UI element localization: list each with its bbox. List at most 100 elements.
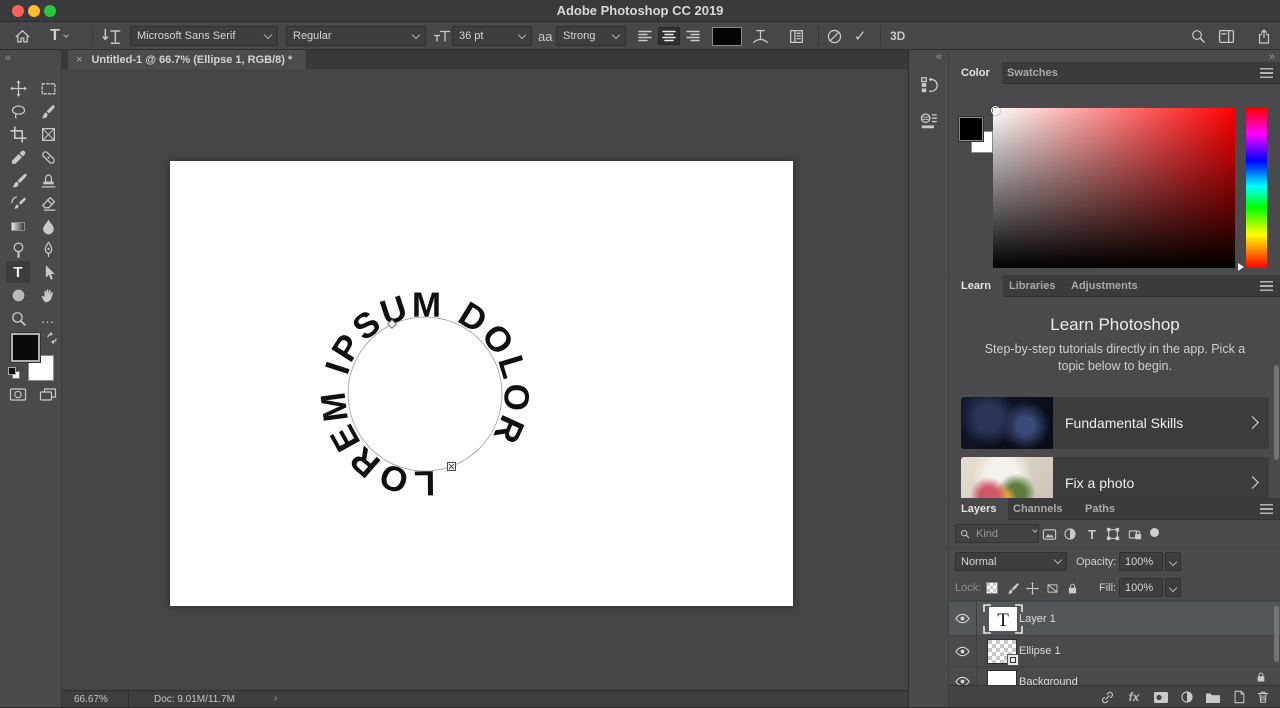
gradient-tool[interactable] bbox=[6, 215, 30, 237]
collapse-tools-icon[interactable]: « bbox=[5, 52, 11, 64]
warp-text-button[interactable] bbox=[752, 22, 769, 50]
layer-thumbnail-shape[interactable] bbox=[987, 639, 1019, 666]
circular-text[interactable]: LOREM IPSUM DOLOR bbox=[313, 286, 536, 503]
share-icon[interactable] bbox=[1256, 22, 1272, 50]
fill-dropdown[interactable] bbox=[1165, 578, 1181, 597]
align-right-button[interactable] bbox=[682, 27, 704, 45]
visibility-toggle[interactable] bbox=[949, 602, 977, 635]
opacity-dropdown[interactable] bbox=[1165, 552, 1181, 571]
marquee-tool[interactable] bbox=[36, 77, 60, 99]
crop-tool[interactable] bbox=[6, 123, 30, 145]
collapse-dock-icon[interactable]: « bbox=[936, 51, 942, 63]
document-canvas[interactable]: LOREM IPSUM DOLOR bbox=[170, 161, 793, 606]
libraries-panel-icon[interactable] bbox=[916, 108, 942, 134]
toggle-panels-button[interactable] bbox=[788, 22, 805, 50]
filter-pixel-layers-icon[interactable] bbox=[1040, 525, 1058, 543]
filter-type-layers-icon[interactable]: T bbox=[1083, 525, 1101, 543]
eyedropper-tool[interactable] bbox=[6, 146, 30, 168]
tab-adjustments[interactable]: Adjustments bbox=[1059, 275, 1150, 297]
hue-slider[interactable] bbox=[1238, 108, 1267, 271]
brush-tool[interactable] bbox=[6, 169, 30, 191]
hue-slider-marker[interactable] bbox=[1238, 263, 1244, 271]
status-chevron-icon[interactable]: › bbox=[274, 693, 277, 704]
close-tab-icon[interactable]: × bbox=[76, 54, 82, 66]
anti-alias-select[interactable]: Strong bbox=[556, 26, 626, 46]
more-tools-icon[interactable]: … bbox=[36, 307, 60, 329]
type-tool-preset[interactable]: T bbox=[50, 22, 69, 50]
path-selection-tool[interactable] bbox=[36, 261, 60, 283]
text-orientation-button[interactable] bbox=[102, 22, 122, 50]
layer-thumbnail-type[interactable]: T bbox=[983, 604, 1023, 634]
add-layer-mask-icon[interactable] bbox=[1152, 689, 1170, 705]
fill-field[interactable]: 100% bbox=[1119, 578, 1163, 597]
tab-channels[interactable]: Channels bbox=[1001, 498, 1075, 520]
panel-menu-icon[interactable] bbox=[1260, 281, 1273, 291]
tab-layers[interactable]: Layers bbox=[949, 498, 1009, 520]
filter-adjustment-layers-icon[interactable] bbox=[1061, 525, 1079, 543]
dodge-tool[interactable] bbox=[6, 238, 30, 260]
history-panel-icon[interactable] bbox=[916, 72, 942, 98]
learn-card-fix-a-photo[interactable]: Fix a photo bbox=[961, 457, 1269, 498]
layer-row-layer1[interactable]: T Layer 1 bbox=[949, 602, 1280, 636]
filter-shape-layers-icon[interactable] bbox=[1104, 525, 1122, 543]
layer-row-background[interactable]: Background bbox=[949, 667, 1280, 685]
lock-position-icon[interactable] bbox=[1023, 579, 1041, 597]
layers-scrollbar[interactable] bbox=[1274, 606, 1279, 662]
swap-colors-icon[interactable] bbox=[46, 332, 58, 344]
cancel-edit-button[interactable] bbox=[826, 22, 843, 50]
home-button[interactable] bbox=[14, 22, 31, 50]
new-group-icon[interactable] bbox=[1204, 689, 1222, 705]
filter-toggle[interactable] bbox=[1150, 528, 1159, 537]
layer-row-ellipse1[interactable]: Ellipse 1 bbox=[949, 636, 1280, 667]
adjustment-layer-icon[interactable] bbox=[1178, 689, 1196, 705]
align-center-button[interactable] bbox=[658, 27, 680, 45]
type-tool-selected[interactable]: T bbox=[6, 261, 30, 283]
font-style-select[interactable]: Regular bbox=[286, 26, 426, 46]
tab-paths[interactable]: Paths bbox=[1073, 498, 1127, 520]
blur-tool[interactable] bbox=[36, 215, 60, 237]
lock-artboard-icon[interactable] bbox=[1043, 579, 1061, 597]
tab-libraries[interactable]: Libraries bbox=[997, 275, 1067, 297]
quick-selection-tool[interactable] bbox=[36, 100, 60, 122]
ellipse-tool[interactable] bbox=[6, 284, 30, 306]
workspace-switcher-icon[interactable] bbox=[1218, 22, 1235, 50]
hand-tool[interactable] bbox=[36, 284, 60, 306]
tab-swatches[interactable]: Swatches bbox=[995, 62, 1070, 84]
new-layer-icon[interactable] bbox=[1230, 689, 1248, 705]
link-layers-icon[interactable] bbox=[1098, 689, 1116, 705]
lasso-tool[interactable] bbox=[6, 100, 30, 122]
learn-scrollbar[interactable] bbox=[1274, 365, 1279, 460]
align-left-button[interactable] bbox=[634, 27, 656, 45]
canvas-workspace[interactable]: LOREM IPSUM DOLOR bbox=[62, 69, 908, 690]
eraser-tool[interactable] bbox=[36, 192, 60, 214]
pen-tool[interactable] bbox=[36, 238, 60, 260]
visibility-toggle[interactable] bbox=[949, 667, 977, 685]
layer-effects-icon[interactable]: fx bbox=[1125, 689, 1143, 705]
clone-stamp-tool[interactable] bbox=[36, 169, 60, 191]
foreground-color-swatch[interactable] bbox=[10, 332, 41, 363]
3d-button[interactable]: 3D bbox=[890, 22, 905, 50]
screen-mode-button[interactable] bbox=[36, 383, 60, 405]
saturation-brightness-field[interactable] bbox=[991, 106, 1235, 268]
commit-edit-button[interactable]: ✓ bbox=[854, 22, 867, 50]
tab-learn[interactable]: Learn bbox=[949, 275, 1003, 297]
document-tab[interactable]: × Untitled-1 @ 66.7% (Ellipse 1, RGB/8) … bbox=[68, 50, 307, 69]
panel-menu-icon[interactable] bbox=[1260, 68, 1273, 78]
opacity-field[interactable]: 100% bbox=[1119, 552, 1163, 571]
type-on-path-artwork[interactable]: LOREM IPSUM DOLOR bbox=[170, 161, 793, 606]
color-field-cursor[interactable] bbox=[991, 106, 1000, 115]
healing-brush-tool[interactable] bbox=[36, 146, 60, 168]
panel-menu-icon[interactable] bbox=[1260, 504, 1273, 514]
font-family-select[interactable]: Microsoft Sans Serif bbox=[130, 26, 278, 46]
foreground-color-well[interactable] bbox=[958, 116, 984, 142]
background-lock-icon[interactable] bbox=[1255, 671, 1267, 683]
font-size-select[interactable]: 36 pt bbox=[452, 26, 532, 46]
zoom-level-field[interactable]: 66.67% bbox=[74, 694, 108, 705]
default-colors-icon[interactable] bbox=[7, 366, 21, 380]
text-color-swatch[interactable] bbox=[712, 27, 742, 46]
frame-tool[interactable] bbox=[36, 123, 60, 145]
filter-smart-objects-icon[interactable] bbox=[1126, 525, 1144, 543]
blend-mode-select[interactable]: Normal bbox=[955, 552, 1067, 571]
search-icon[interactable] bbox=[1190, 22, 1206, 50]
move-tool[interactable] bbox=[6, 77, 30, 99]
